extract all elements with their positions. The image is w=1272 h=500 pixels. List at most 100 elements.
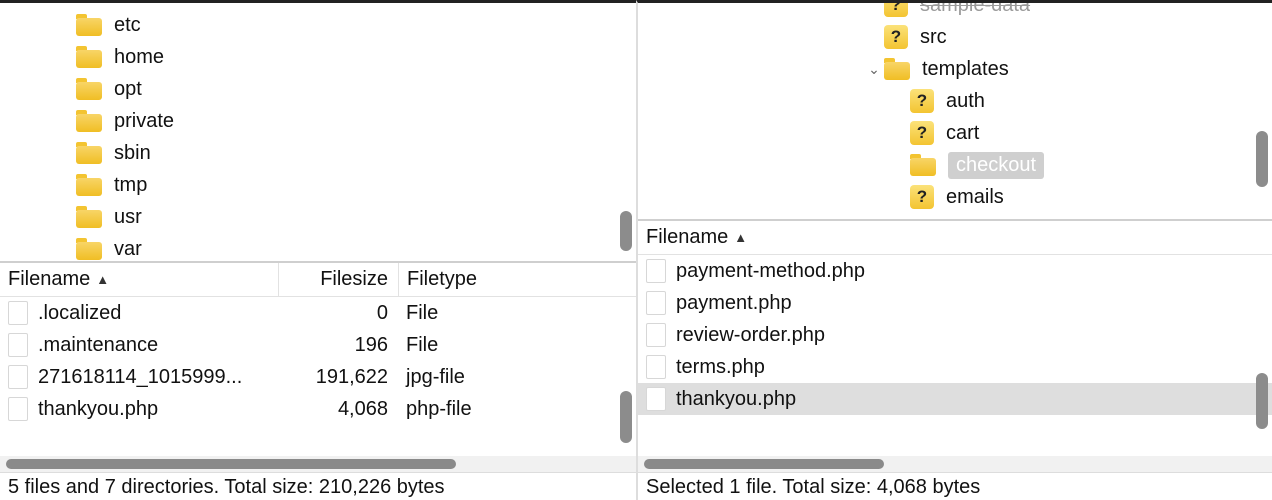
tree-item[interactable]: opt [0,73,636,105]
folder-icon [76,46,102,68]
column-filename[interactable]: Filename ▲ [8,268,278,291]
local-status-bar: 5 files and 7 directories. Total size: 2… [0,472,636,500]
tree-item[interactable]: ?auth [638,85,1272,117]
unknown-icon: ? [910,121,934,145]
list-item[interactable]: thankyou.php [638,383,1272,415]
tree-item-label: home [114,46,164,69]
file-size: 191,622 [278,366,398,389]
unknown-icon: ? [910,185,934,209]
sort-ascending-icon: ▲ [96,272,109,287]
list-item[interactable]: .maintenance196File [0,329,636,361]
list-item[interactable]: review-order.php [638,319,1272,351]
tree-item-label: opt [114,78,142,101]
tree-item[interactable]: ? sample-data [638,3,1272,21]
file-name: .maintenance [38,334,278,357]
scrollbar-horizontal[interactable] [638,456,1272,472]
folder-icon [76,142,102,164]
file-icon [8,333,28,357]
file-icon [646,291,666,315]
column-filename[interactable]: Filename ▲ [646,226,916,249]
folder-icon [76,174,102,196]
local-list-header: Filename ▲ Filesize Filetype [0,263,636,297]
tree-item[interactable]: checkout [638,149,1272,181]
tree-item-label: src [920,26,947,49]
column-label: Filename [646,226,728,249]
folder-icon [76,78,102,100]
file-name: payment.php [676,292,1272,315]
list-item[interactable]: thankyou.php4,068php-file [0,393,636,425]
tree-item[interactable]: ⌄ templates [638,53,1272,85]
scrollbar-vertical[interactable] [1256,3,1268,219]
folder-icon [910,154,936,176]
list-item[interactable]: 271618114_1015999...191,622jpg-file [0,361,636,393]
file-name: .localized [38,302,278,325]
sort-ascending-icon: ▲ [734,230,747,245]
file-icon [8,397,28,421]
file-type: php-file [398,398,636,421]
local-pane: etc home opt private sbin tmp usr var Filename … [0,0,636,500]
remote-file-list[interactable]: payment-method.php payment.php review-orde… [638,255,1272,456]
tree-item-label: var [114,238,142,261]
scrollbar-vertical[interactable] [1256,255,1268,456]
folder-icon [76,110,102,132]
remote-list-header: Filename ▲ [638,221,1272,255]
list-item[interactable]: terms.php [638,351,1272,383]
tree-item[interactable]: tmp [0,169,636,201]
list-item[interactable]: .localized0File [0,297,636,329]
tree-item-label: private [114,110,174,133]
file-type: jpg-file [398,366,636,389]
tree-item[interactable]: ? emails [638,181,1272,213]
scrollbar-vertical[interactable] [620,3,632,261]
file-icon [646,387,666,411]
unknown-icon: ? [884,25,908,49]
tree-item-label: emails [946,186,1004,209]
file-icon [646,259,666,283]
local-file-list[interactable]: .localized0File.maintenance196File271618… [0,297,636,456]
file-icon [8,365,28,389]
scrollbar-vertical[interactable] [620,297,632,456]
tree-item[interactable]: private [0,105,636,137]
tree-item-label: checkout [948,152,1044,179]
tree-item[interactable]: etc [0,9,636,41]
file-name: terms.php [676,356,1272,379]
tree-item[interactable]: ? src [638,21,1272,53]
tree-item[interactable]: sbin [0,137,636,169]
folder-icon [884,58,910,80]
remote-pane: ?sample-data?src⌄templates?auth?cartchec… [636,0,1272,500]
file-icon [646,355,666,379]
file-name: 271618114_1015999... [38,366,278,389]
tree-item-label: auth [946,90,985,113]
remote-directory-tree[interactable]: ?sample-data?src⌄templates?auth?cartchec… [638,3,1272,219]
tree-item[interactable]: home [0,41,636,73]
tree-item-label: tmp [114,174,147,197]
file-name: payment-method.php [676,260,1272,283]
file-size: 0 [278,302,398,325]
list-item[interactable]: payment-method.php [638,255,1272,287]
status-text: Selected 1 file. Total size: 4,068 bytes [646,476,980,498]
file-size: 196 [278,334,398,357]
column-filesize[interactable]: Filesize [278,263,398,296]
tree-item[interactable]: ? cart [638,117,1272,149]
status-text: 5 files and 7 directories. Total size: 2… [8,476,445,498]
tree-item-label: sbin [114,142,151,165]
column-filetype[interactable]: Filetype [398,263,636,296]
tree-item-label: cart [946,122,979,145]
tree-item[interactable]: var [0,233,636,261]
list-item[interactable]: payment.php [638,287,1272,319]
file-icon [8,301,28,325]
chevron-down-icon[interactable]: ⌄ [864,61,884,78]
folder-icon [76,238,102,260]
local-directory-tree[interactable]: etc home opt private sbin tmp usr var [0,3,636,261]
tree-item-label: templates [922,58,1009,81]
column-label: Filename [8,268,90,291]
folder-icon [76,14,102,36]
column-label: Filetype [407,268,477,291]
tree-item[interactable]: usr [0,201,636,233]
unknown-icon: ? [884,3,908,17]
file-name: thankyou.php [38,398,278,421]
scrollbar-horizontal[interactable] [0,456,636,472]
tree-item-label: etc [114,14,141,37]
tree-item-label: sample-data [920,3,1030,17]
file-size: 4,068 [278,398,398,421]
tree-item-label: usr [114,206,142,229]
